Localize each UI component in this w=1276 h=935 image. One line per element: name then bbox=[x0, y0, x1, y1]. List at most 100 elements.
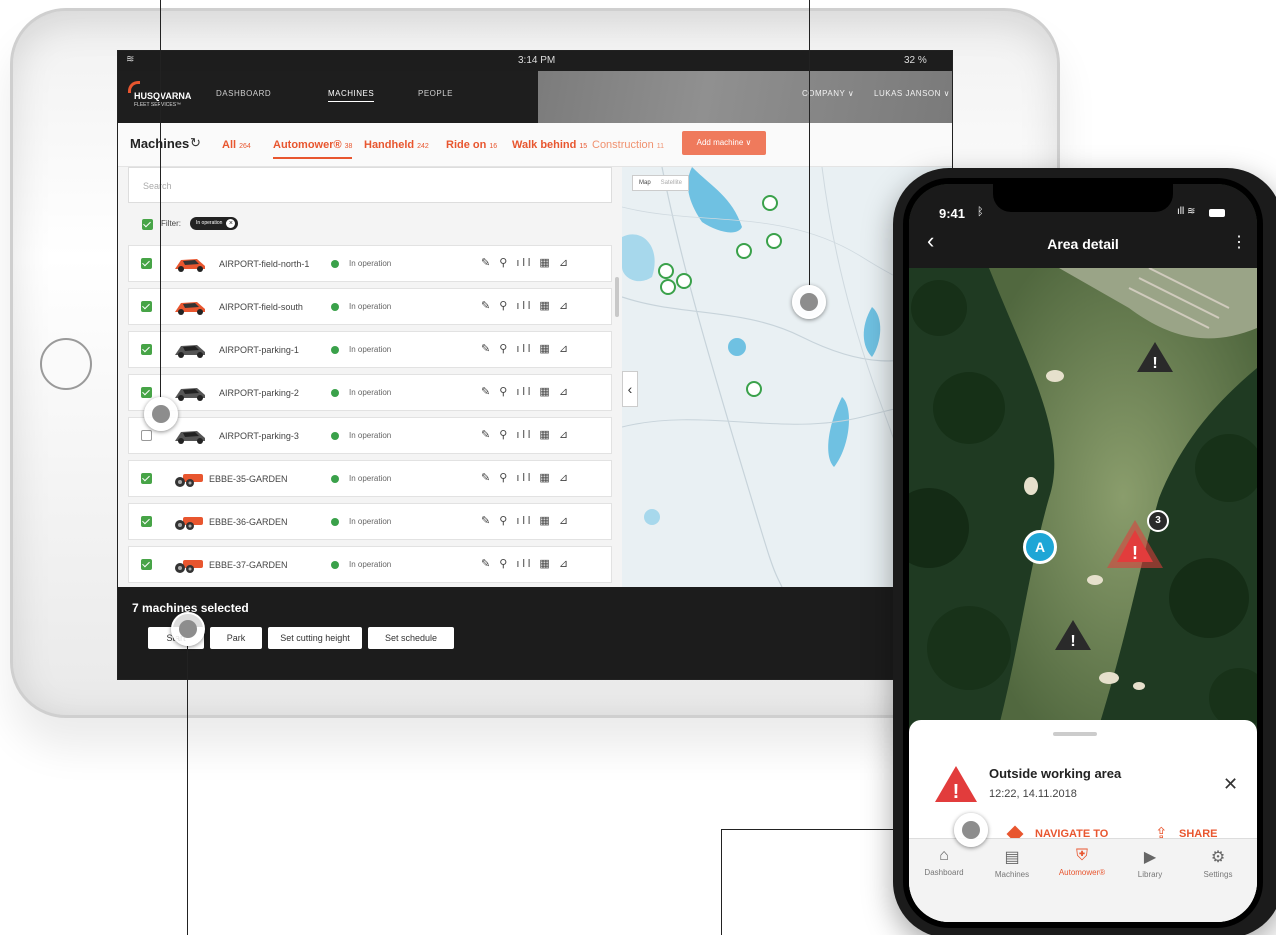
table-row[interactable]: EBBE-35-GARDEN In operation ✎ ⚲ ıll ▦ ⊿ bbox=[128, 460, 612, 497]
sheet-handle[interactable] bbox=[1053, 732, 1097, 736]
automower-icon bbox=[175, 388, 205, 401]
map-tab-satellite[interactable]: Satellite bbox=[661, 180, 682, 186]
brand-name: HUSQVARNA bbox=[134, 91, 192, 101]
phone-bezel: 9:41 ᛒ ıll ≋ ‹ Area detail ⋮ ! ! ! 3 A !… bbox=[903, 178, 1263, 928]
machine-marker-icon[interactable] bbox=[660, 279, 676, 295]
table-row[interactable]: AIRPORT-field-south In operation ✎ ⚲ ıll… bbox=[128, 288, 612, 325]
tab-label: Library bbox=[1137, 870, 1163, 879]
tab-construction[interactable]: Construction 11 bbox=[592, 139, 664, 151]
row-action-icons[interactable]: ✎ ⚲ ıll ▦ ⊿ bbox=[481, 299, 571, 312]
tab-handheld[interactable]: Handheld 242 bbox=[364, 139, 429, 151]
row-checkbox[interactable] bbox=[141, 473, 152, 484]
add-machine-button[interactable]: Add machine ∨ bbox=[682, 131, 766, 155]
filter-chip-label: In operation bbox=[196, 220, 223, 226]
park-button[interactable]: Park bbox=[210, 627, 262, 649]
row-checkbox[interactable] bbox=[141, 516, 152, 527]
machine-marker-icon[interactable] bbox=[658, 263, 674, 279]
nav-dashboard[interactable]: DASHBOARD bbox=[216, 89, 271, 98]
machines-icon: ▤ bbox=[1004, 849, 1020, 866]
set-schedule-button[interactable]: Set schedule bbox=[368, 627, 454, 649]
machine-name: AIRPORT-parking-1 bbox=[219, 345, 299, 355]
row-checkbox[interactable] bbox=[141, 387, 152, 398]
machine-marker-icon[interactable] bbox=[766, 233, 782, 249]
row-action-icons[interactable]: ✎ ⚲ ıll ▦ ⊿ bbox=[481, 342, 571, 355]
map-tab-map[interactable]: Map bbox=[639, 180, 651, 186]
list-scrollbar[interactable] bbox=[615, 277, 619, 317]
tab-dashboard[interactable]: ⌂ Dashboard bbox=[913, 847, 975, 877]
table-row[interactable]: AIRPORT-parking-1 In operation ✎ ⚲ ıll ▦… bbox=[128, 331, 612, 368]
status-dot bbox=[331, 475, 339, 483]
tab-settings[interactable]: ⚙ Settings bbox=[1187, 847, 1249, 879]
machine-marker-icon[interactable] bbox=[746, 381, 762, 397]
set-cutting-height-button[interactable]: Set cutting height bbox=[268, 627, 362, 649]
table-row[interactable]: EBBE-36-GARDEN In operation ✎ ⚲ ıll ▦ ⊿ bbox=[128, 503, 612, 540]
phone-time: 9:41 bbox=[939, 206, 966, 221]
rider-mower-icon bbox=[175, 474, 203, 487]
tab-all[interactable]: All 264 bbox=[222, 139, 251, 151]
warning-marker-icon[interactable]: ! bbox=[1135, 340, 1175, 374]
machine-status: In operation bbox=[349, 431, 392, 440]
machine-marker-icon[interactable] bbox=[676, 273, 692, 289]
top-navigation: HUSQVARNA FLEET SERVICES™ DASHBOARD MACH… bbox=[118, 71, 952, 123]
select-all-checkbox[interactable] bbox=[142, 219, 153, 230]
tablet-screen: ≋ 3:14 PM 32 % HUSQVARNA FLEET SERVICES™… bbox=[117, 50, 953, 680]
row-action-icons[interactable]: ✎ ⚲ ıll ▦ ⊿ bbox=[481, 428, 571, 441]
table-row[interactable]: AIRPORT-parking-3 In operation ✎ ⚲ ıll ▦… bbox=[128, 417, 612, 454]
row-checkbox[interactable] bbox=[141, 258, 152, 269]
aerial-map[interactable]: ! ! ! 3 A bbox=[909, 267, 1257, 728]
more-options-icon[interactable]: ⋮ bbox=[1231, 232, 1247, 252]
automower-icon bbox=[175, 345, 205, 358]
nav-user[interactable]: LUKAS JANSON ∨ bbox=[874, 89, 950, 98]
mower-location-marker[interactable]: A bbox=[1023, 530, 1057, 564]
machine-status: In operation bbox=[349, 259, 392, 268]
tab-walk-behind[interactable]: Walk behind 15 bbox=[512, 139, 587, 151]
filter-chip[interactable]: In operation × bbox=[190, 217, 239, 230]
tablet-home-button[interactable] bbox=[40, 338, 92, 390]
row-action-icons[interactable]: ✎ ⚲ ıll ▦ ⊿ bbox=[481, 385, 571, 398]
callout-line bbox=[187, 646, 188, 935]
machine-status: In operation bbox=[349, 302, 392, 311]
tab-machines[interactable]: ▤ Machines bbox=[981, 847, 1043, 879]
row-action-icons[interactable]: ✎ ⚲ ıll ▦ ⊿ bbox=[481, 471, 571, 484]
status-dot bbox=[331, 432, 339, 440]
rider-mower-icon bbox=[175, 560, 203, 573]
table-row[interactable]: AIRPORT-field-north-1 In operation ✎ ⚲ ı… bbox=[128, 245, 612, 282]
row-action-icons[interactable]: ✎ ⚲ ıll ▦ ⊿ bbox=[481, 514, 571, 527]
map-type-switch[interactable]: Map Satellite bbox=[632, 175, 690, 191]
machine-marker-icon[interactable] bbox=[736, 243, 752, 259]
row-action-icons[interactable]: ✎ ⚲ ıll ▦ ⊿ bbox=[481, 256, 571, 269]
search-input[interactable]: Search bbox=[128, 167, 612, 203]
nav-people[interactable]: PEOPLE bbox=[418, 89, 453, 98]
clear-filter-icon[interactable]: × bbox=[226, 219, 236, 228]
tab-automower[interactable]: ⛨ Automower® bbox=[1051, 847, 1113, 877]
callout-marker bbox=[954, 813, 988, 847]
row-action-icons[interactable]: ✎ ⚲ ıll ▦ ⊿ bbox=[481, 557, 571, 570]
row-checkbox[interactable] bbox=[141, 430, 152, 441]
tab-library[interactable]: ▶ Library bbox=[1119, 847, 1181, 879]
rider-mower-icon bbox=[175, 517, 203, 530]
table-row[interactable]: EBBE-37-GARDEN In operation ✎ ⚲ ıll ▦ ⊿ bbox=[128, 546, 612, 583]
alert-count-badge: 3 bbox=[1147, 510, 1169, 532]
warning-marker-icon[interactable]: ! bbox=[1053, 618, 1093, 652]
callout-line bbox=[809, 0, 810, 286]
tab-label: Dashboard bbox=[924, 868, 964, 877]
row-checkbox[interactable] bbox=[141, 559, 152, 570]
tab-ride-on[interactable]: Ride on 16 bbox=[446, 139, 497, 151]
status-dot bbox=[331, 303, 339, 311]
close-icon[interactable]: ✕ bbox=[1223, 774, 1238, 795]
row-checkbox[interactable] bbox=[141, 301, 152, 312]
machine-marker-icon[interactable] bbox=[762, 195, 778, 211]
settings-icon: ⚙ bbox=[1210, 849, 1226, 866]
status-dot bbox=[331, 518, 339, 526]
row-checkbox[interactable] bbox=[141, 344, 152, 355]
tab-automower[interactable]: Automower® 38 bbox=[273, 139, 353, 159]
phone-tab-bar: ⌂ Dashboard ▤ Machines ⛨ Automower® ▶ Librar… bbox=[909, 838, 1257, 922]
brand-sub: FLEET SERVICES™ bbox=[134, 102, 182, 108]
phone-screen: 9:41 ᛒ ıll ≋ ‹ Area detail ⋮ ! ! ! 3 A !… bbox=[909, 184, 1257, 922]
nav-machines[interactable]: MACHINES bbox=[328, 89, 375, 102]
collapse-map-chevron-icon[interactable]: ‹ bbox=[622, 371, 638, 407]
selection-bar: 7 machines selected Start Park Set cutti… bbox=[118, 587, 952, 679]
table-row[interactable]: AIRPORT-parking-2 In operation ✎ ⚲ ıll ▦… bbox=[128, 374, 612, 411]
svg-text:!: ! bbox=[1152, 355, 1157, 372]
refresh-icon[interactable]: ↻ bbox=[190, 135, 201, 151]
